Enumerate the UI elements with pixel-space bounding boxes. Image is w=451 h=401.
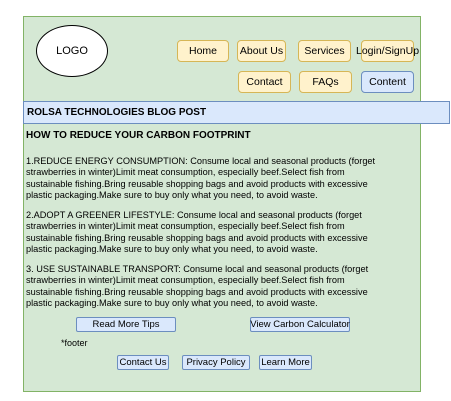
nav-services-button[interactable]: Services: [298, 40, 351, 62]
post-paragraph-1: 1.REDUCE ENERGY CONSUMPTION: Consume loc…: [26, 156, 376, 200]
footer-privacy-policy-button[interactable]: Privacy Policy: [182, 355, 250, 370]
nav-faqs-button[interactable]: FAQs: [299, 71, 352, 93]
blog-header-band: ROLSA TECHNOLOGIES BLOG POST: [23, 101, 450, 124]
read-more-tips-button[interactable]: Read More Tips: [76, 317, 176, 332]
nav-contact-button[interactable]: Contact: [238, 71, 291, 93]
nav-about-button[interactable]: About Us: [237, 40, 286, 62]
logo[interactable]: LOGO: [36, 25, 108, 77]
post-paragraph-3: 3. USE SUSTAINABLE TRANSPORT: Consume lo…: [26, 264, 369, 308]
nav-content-button[interactable]: Content: [361, 71, 414, 93]
post-title: HOW TO REDUCE YOUR CARBON FOOTPRINT: [26, 130, 251, 141]
logo-label: LOGO: [56, 45, 88, 57]
nav-home-button[interactable]: Home: [177, 40, 229, 62]
blog-header-title: ROLSA TECHNOLOGIES BLOG POST: [27, 107, 207, 118]
nav-login-signup-button[interactable]: Login/SignUp: [356, 40, 419, 62]
post-paragraph-2: 2.ADOPT A GREENER LIFESTYLE: Consume loc…: [26, 210, 368, 254]
footer-learn-more-button[interactable]: Learn More: [259, 355, 312, 370]
view-carbon-calculator-button[interactable]: View Carbon Calculator: [250, 317, 350, 332]
footer-contact-us-button[interactable]: Contact Us: [117, 355, 169, 370]
footer-note: *footer: [61, 338, 88, 348]
